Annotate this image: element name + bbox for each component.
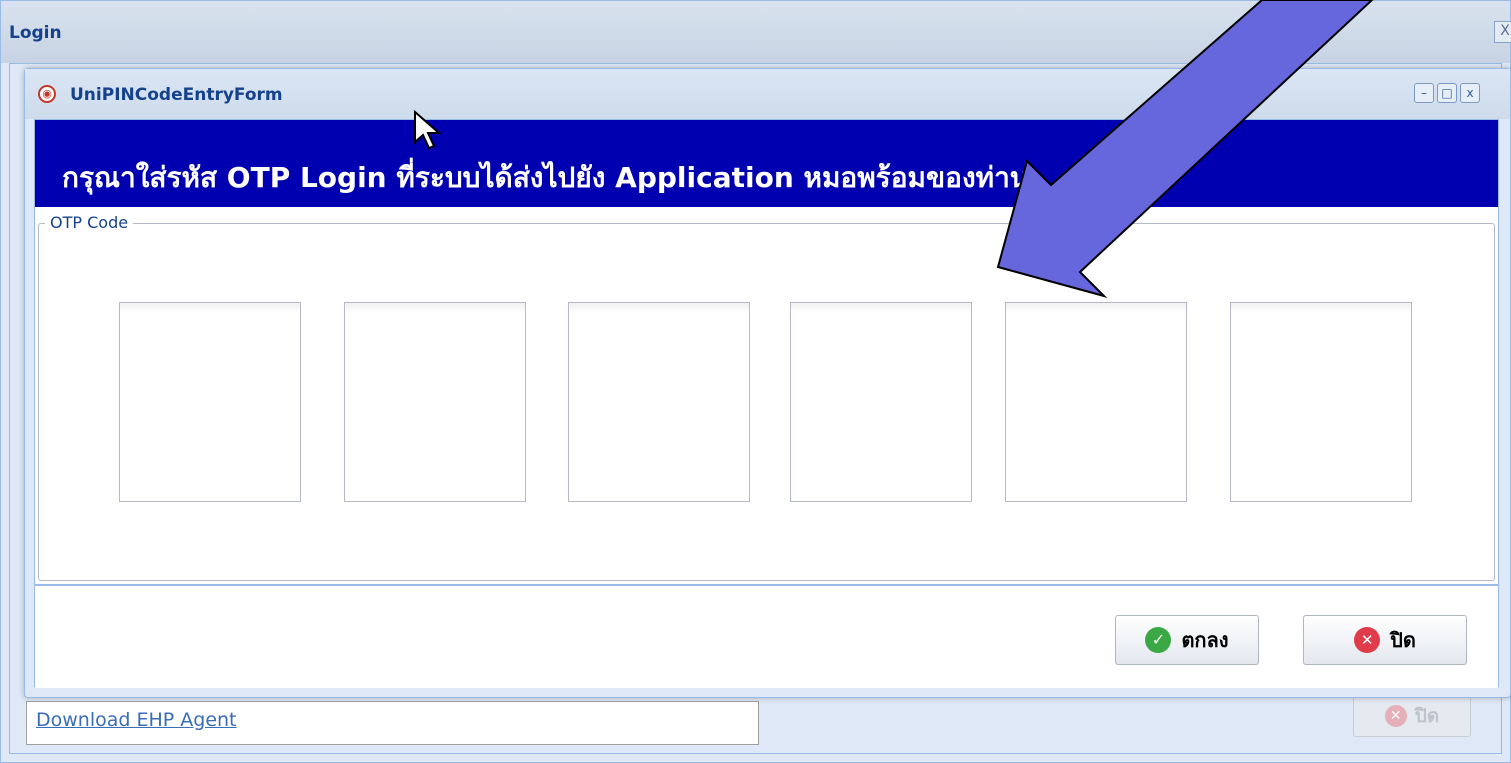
ok-button-label: ตกลง: [1181, 628, 1229, 652]
instruction-banner: กรุณาใส่รหัส OTP Login ที่ระบบได้ส่งไปยั…: [35, 120, 1498, 207]
login-window-header: Login X: [1, 1, 1511, 63]
maximize-icon[interactable]: □: [1437, 83, 1457, 103]
instruction-text: กรุณาใส่รหัส OTP Login ที่ระบบได้ส่งไปยั…: [62, 161, 1029, 194]
mouse-cursor-icon: [414, 110, 442, 150]
app-icon: ◉: [38, 85, 56, 103]
close-button[interactable]: ✕ ปิด: [1303, 615, 1467, 665]
login-close-icon[interactable]: X: [1494, 21, 1511, 43]
download-panel: Download EHP Agent: [26, 701, 759, 745]
otp-code-fieldset: OTP Code: [38, 213, 1495, 581]
close-button-label: ปิด: [1390, 628, 1416, 652]
otp-digit-3[interactable]: [568, 302, 750, 502]
otp-digit-6[interactable]: [1230, 302, 1412, 502]
dialog-footer: ✓ ตกลง ✕ ปิด: [35, 584, 1498, 688]
login-window-title: Login: [9, 23, 62, 43]
x-icon: ✕: [1354, 627, 1381, 653]
x-icon: ✕: [1384, 705, 1407, 727]
dialog-body: กรุณาใส่รหัส OTP Login ที่ระบบได้ส่งไปยั…: [34, 119, 1499, 688]
otp-digit-5[interactable]: [1005, 302, 1187, 502]
minimize-icon[interactable]: –: [1414, 83, 1434, 103]
dialog-header[interactable]: ◉ UniPINCodeEntryForm – □ x: [25, 69, 1510, 119]
ok-button[interactable]: ✓ ตกลง: [1115, 615, 1259, 665]
login-close-button-label: ปิด: [1414, 705, 1440, 727]
close-icon[interactable]: x: [1460, 83, 1480, 103]
login-close-button[interactable]: ✕ ปิด: [1353, 695, 1471, 737]
otp-digit-2[interactable]: [344, 302, 526, 502]
otp-entry-dialog: ◉ UniPINCodeEntryForm – □ x กรุณาใส่รหัส…: [24, 68, 1511, 698]
download-ehp-agent-link[interactable]: Download EHP Agent: [36, 709, 237, 731]
otp-digit-1[interactable]: [119, 302, 301, 502]
dialog-title: UniPINCodeEntryForm: [70, 85, 283, 105]
otp-digit-4[interactable]: [790, 302, 972, 502]
otp-code-legend: OTP Code: [45, 213, 134, 232]
check-icon: ✓: [1145, 627, 1172, 653]
